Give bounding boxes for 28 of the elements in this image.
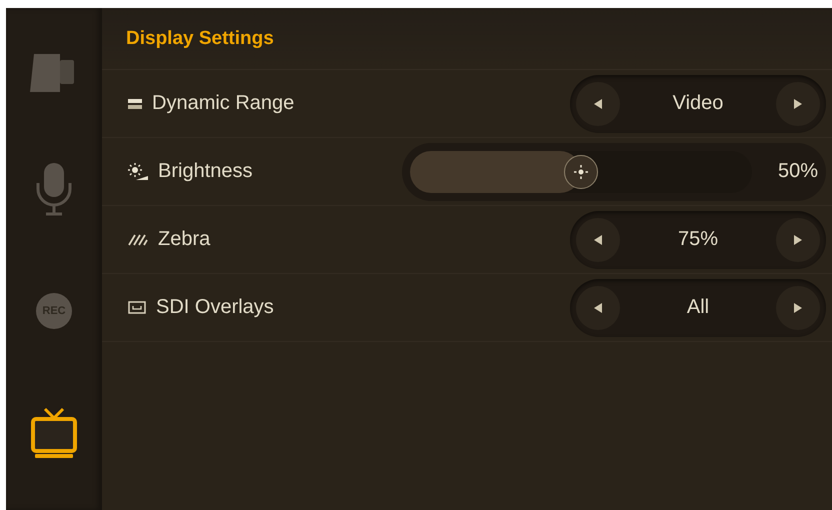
page-title: Display Settings: [102, 8, 832, 70]
brightness-icon: [128, 162, 148, 180]
setting-value: Video: [672, 92, 724, 115]
left-arrow-icon: [593, 98, 603, 110]
setting-label: Brightness: [158, 160, 252, 183]
next-button[interactable]: [776, 82, 820, 126]
left-arrow-icon: [593, 234, 603, 246]
previous-button[interactable]: [576, 82, 620, 126]
next-button[interactable]: [776, 218, 820, 262]
zebra-icon: [128, 234, 148, 246]
setting-label: SDI Overlays: [156, 296, 274, 319]
right-arrow-icon: [793, 234, 803, 246]
slider-thumb[interactable]: [564, 154, 598, 188]
setting-label: Dynamic Range: [152, 92, 294, 115]
right-arrow-icon: [792, 98, 803, 110]
previous-button[interactable]: [576, 218, 620, 262]
setting-value: 75%: [678, 228, 718, 251]
slider-reading: 50%: [776, 160, 818, 183]
range-icon: [128, 98, 142, 110]
tv-icon: [29, 407, 79, 459]
right-arrow-icon: [792, 302, 803, 314]
previous-button[interactable]: [576, 286, 620, 330]
next-button[interactable]: [776, 286, 820, 330]
left-arrow-icon: [593, 302, 603, 314]
microphone-icon: [34, 161, 74, 217]
overlay-icon: [128, 301, 146, 314]
setting-value: All: [686, 296, 710, 319]
setting-label: Zebra: [158, 228, 210, 251]
